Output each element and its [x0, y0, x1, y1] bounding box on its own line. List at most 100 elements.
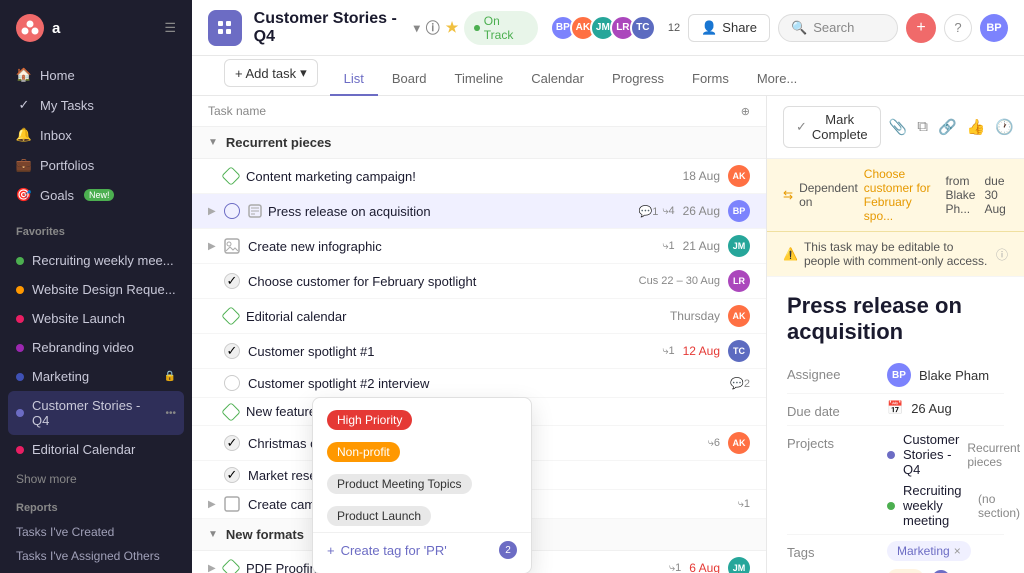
remove-tag-icon[interactable]: × [954, 544, 961, 558]
project2-row[interactable]: Recruiting weekly meeting (no section) ▾ [887, 483, 1024, 528]
sidebar-item-marketing[interactable]: Marketing 🔒 [8, 362, 184, 391]
asana-brand-label: a [52, 20, 60, 37]
sort-icon[interactable]: ⊕ [741, 105, 750, 118]
task-date: 6 Aug [689, 561, 720, 573]
sidebar-menu-icon[interactable]: ☰ [164, 20, 176, 36]
table-row[interactable]: Customer spotlight #2 interview 💬2 High … [192, 369, 766, 398]
table-row[interactable]: ▶ Press release on acquisition 💬1 ⤷4 26 … [192, 194, 766, 229]
dropdown-icon[interactable]: ▾ [300, 65, 307, 81]
expand-icon[interactable]: ▶ [208, 241, 224, 252]
task-check-circle[interactable] [224, 203, 240, 219]
task-check-diamond[interactable] [221, 402, 241, 422]
field-row-assignee: Assignee BP Blake Pham [787, 357, 1004, 394]
assignee-value[interactable]: BP Blake Pham [887, 363, 1004, 387]
share-button[interactable]: 👤 Share [688, 14, 770, 42]
star-icon[interactable]: ★ [446, 19, 459, 36]
task-date: 26 Aug [683, 204, 720, 218]
table-row[interactable]: Editorial calendar Thursday AK [192, 299, 766, 334]
tag-option-product-launch[interactable]: Product Launch [313, 500, 531, 532]
main-content: Customer Stories - Q4 ▾ ⓘ ★ On Track BP … [192, 0, 1024, 573]
tag-chip-high-priority: High Priority [327, 410, 412, 430]
tab-list[interactable]: List [330, 63, 378, 96]
tag-pr[interactable]: PR [887, 569, 924, 573]
task-name: Press release on acquisition [268, 204, 635, 219]
expand-icon[interactable]: ▶ [208, 206, 224, 217]
tab-progress[interactable]: Progress [598, 63, 678, 96]
task-check-circle-checked[interactable]: ✓ [224, 467, 240, 483]
task-check-circle[interactable] [224, 375, 240, 391]
tab-timeline[interactable]: Timeline [441, 63, 518, 96]
reports-item-tasks-assigned[interactable]: Tasks I've Assigned Others [8, 544, 184, 568]
tab-calendar[interactable]: Calendar [517, 63, 598, 96]
mark-complete-button[interactable]: ✓ Mark Complete [783, 106, 881, 148]
paperclip-icon[interactable]: 📎 [889, 118, 908, 136]
search-box[interactable]: 🔍 Search [778, 14, 898, 42]
top-header: Customer Stories - Q4 ▾ ⓘ ★ On Track BP … [192, 0, 1024, 56]
bell-icon: 🔔 [16, 127, 32, 143]
tab-bar: + Add task ▾ List Board Timeline Calenda… [192, 56, 1024, 96]
task-check-circle-checked[interactable]: ✓ [224, 343, 240, 359]
sidebar-item-rebranding[interactable]: Rebranding video [8, 333, 184, 362]
tag-marketing[interactable]: Marketing × [887, 541, 971, 561]
dep-link[interactable]: Choose customer for February spo... [864, 167, 940, 223]
sidebar-nav: 🏠 Home ✓ My Tasks 🔔 Inbox 💼 Portfolios 🎯… [0, 56, 192, 214]
task-check-circle-checked[interactable]: ✓ [224, 435, 240, 451]
tab-more[interactable]: More... [743, 63, 811, 96]
project1-row[interactable]: Customer Stories - Q4 Recurrent pieces ▾ [887, 432, 1024, 477]
goals-new-badge: New! [84, 189, 115, 201]
sidebar-item-website-design[interactable]: Website Design Reque... [8, 275, 184, 304]
create-tag-button[interactable]: + Create tag for 'PR' 2 [313, 532, 531, 567]
sidebar-item-my-tasks[interactable]: ✓ My Tasks [8, 90, 184, 120]
tag-option-non-profit[interactable]: Non-profit [313, 436, 531, 468]
copy-icon[interactable]: ⧉ [917, 118, 928, 136]
sidebar-item-customer-stories[interactable]: Customer Stories - Q4 ••• [8, 391, 184, 435]
tag-option-product-meeting[interactable]: Product Meeting Topics [313, 468, 531, 500]
user-avatar[interactable]: BP [980, 14, 1008, 42]
on-track-badge[interactable]: On Track [464, 11, 538, 45]
share-label: Share [722, 20, 757, 35]
table-row[interactable]: ✓ Customer spotlight #1 ⤷1 12 Aug TC [192, 334, 766, 369]
table-row[interactable]: Content marketing campaign! 18 Aug AK [192, 159, 766, 194]
task-check-diamond[interactable] [221, 166, 241, 186]
more-icon[interactable]: ••• [165, 408, 176, 419]
sidebar-item-goals[interactable]: 🎯 Goals New! [8, 180, 184, 210]
due-date-value[interactable]: 📅 26 Aug [887, 400, 1004, 416]
task-check-circle-checked[interactable]: ✓ [224, 273, 240, 289]
sidebar-item-inbox[interactable]: 🔔 Inbox [8, 120, 184, 150]
table-row[interactable]: ✓ Choose customer for February spotlight… [192, 264, 766, 299]
sidebar-item-home[interactable]: 🏠 Home [8, 60, 184, 90]
chevron-down-icon[interactable]: ▾ [414, 21, 420, 35]
show-more-button[interactable]: Show more [0, 468, 192, 490]
section-chevron-icon[interactable]: ▼ [208, 529, 218, 540]
task-name-column-header: Task name [208, 104, 733, 118]
thumbsup-icon[interactable]: 👍 [967, 118, 986, 136]
sidebar-item-recruiting[interactable]: Recruiting weekly mee... [8, 246, 184, 275]
toolbar-icons: 📎 ⧉ 🔗 👍 🕐 ••• ⤢ [889, 118, 1024, 136]
tab-forms[interactable]: Forms [678, 63, 743, 96]
sidebar-item-editorial[interactable]: Editorial Calendar [8, 435, 184, 464]
help-button[interactable]: ? [944, 14, 972, 42]
section-chevron-icon[interactable]: ▼ [208, 137, 218, 148]
detail-title[interactable]: Press release on acquisition [767, 277, 1024, 353]
task-name: Choose customer for February spotlight [248, 274, 635, 289]
link-icon[interactable]: 🔗 [938, 118, 957, 136]
table-row[interactable]: ▶ Create new infographic ⤷1 21 Aug JM [192, 229, 766, 264]
task-check-diamond[interactable] [221, 306, 241, 326]
tab-board[interactable]: Board [378, 63, 441, 96]
warning-info-icon[interactable]: ⓘ [996, 246, 1008, 263]
sidebar-item-portfolios[interactable]: 💼 Portfolios [8, 150, 184, 180]
reports-item-recently-completed[interactable]: Recently Completed Tasks [8, 568, 184, 573]
task-check-diamond[interactable] [221, 558, 241, 573]
reports-item-tasks-created[interactable]: Tasks I've Created [8, 520, 184, 544]
section-title-recurrent: Recurrent pieces [226, 135, 332, 150]
projects-value: Customer Stories - Q4 Recurrent pieces ▾… [887, 432, 1024, 528]
add-task-button[interactable]: + Add task ▾ [224, 59, 318, 87]
expand-icon[interactable]: ▶ [208, 499, 224, 510]
add-button[interactable]: + [906, 13, 936, 43]
favorite-dot-icon [16, 286, 24, 294]
clock-icon[interactable]: 🕐 [995, 118, 1014, 136]
favorite-dot-icon [16, 344, 24, 352]
sidebar-item-website-launch[interactable]: Website Launch [8, 304, 184, 333]
info-icon[interactable]: ⓘ [426, 18, 440, 38]
tag-option-high-priority[interactable]: High Priority [313, 404, 531, 436]
